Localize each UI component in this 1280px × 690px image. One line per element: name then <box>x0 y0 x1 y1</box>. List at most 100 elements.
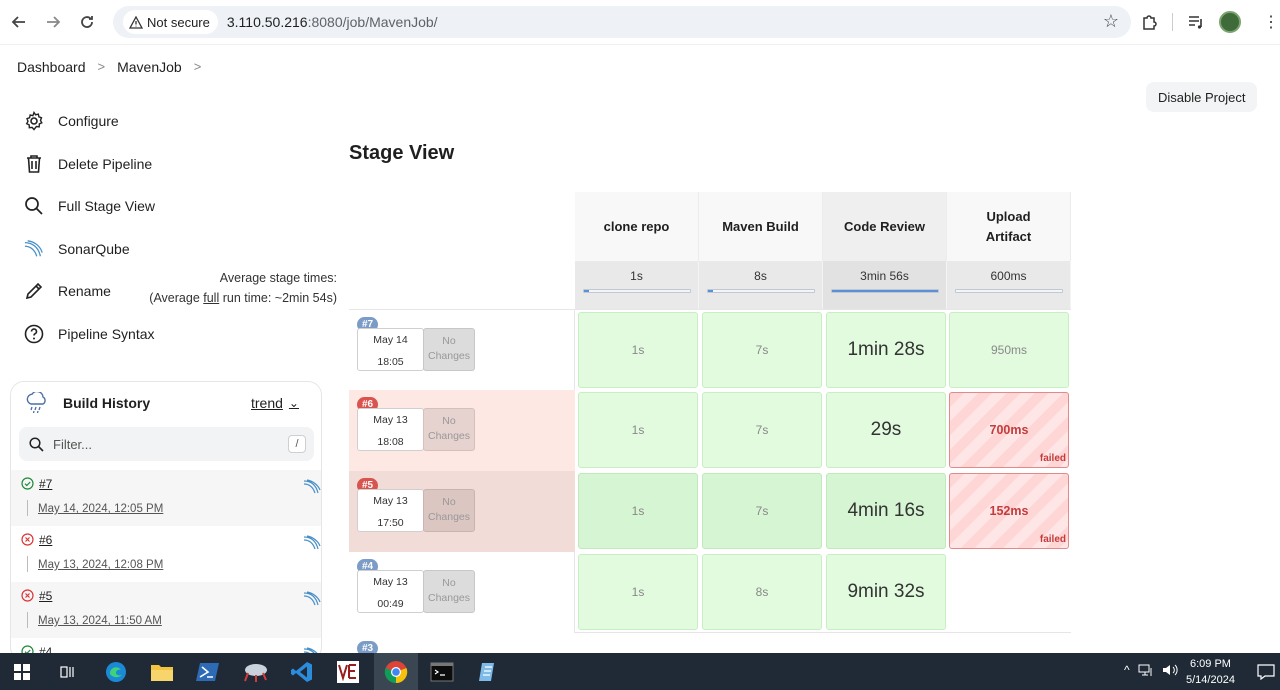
timeline-line <box>27 500 28 516</box>
chevron-right-icon[interactable]: > <box>194 59 202 74</box>
run-date-box: May 13 17:50 <box>357 489 424 532</box>
stage-cell[interactable]: 4min 16s <box>826 473 946 549</box>
chrome-browser-icon[interactable] <box>382 658 410 686</box>
run-info[interactable]: #4 May 13 00:49 No Changes <box>349 552 575 633</box>
run-info[interactable]: #5 May 13 17:50 No Changes <box>349 471 575 552</box>
sidebar-item-full-stage-view[interactable]: Full Stage View <box>24 185 314 228</box>
notification-icon[interactable] <box>1252 658 1280 686</box>
disable-project-button[interactable]: Disable Project <box>1146 82 1258 112</box>
stage-cell[interactable]: 29s <box>826 392 946 468</box>
run-changes-box[interactable]: No Changes <box>423 489 475 532</box>
terminal-icon[interactable] <box>428 658 456 686</box>
stage-cell[interactable]: 950ms <box>949 312 1069 388</box>
run-changes-box[interactable]: No Changes <box>423 570 475 613</box>
run-changes-box[interactable]: No Changes <box>423 328 475 371</box>
stage-cell[interactable]: 7s <box>702 312 822 388</box>
back-button[interactable] <box>2 5 36 39</box>
stage-cell[interactable]: 1s <box>578 312 698 388</box>
build-history-header: Build History trend ⌄ <box>11 382 321 424</box>
trend-link[interactable]: trend ⌄ <box>251 395 299 411</box>
weather-rain-icon <box>26 392 46 414</box>
vscode-icon[interactable] <box>288 658 316 686</box>
run-changes-box[interactable]: No Changes <box>423 408 475 451</box>
stage-cell[interactable]: 7s <box>702 473 822 549</box>
stage-view-title: Stage View <box>349 142 455 164</box>
run-date-box: May 14 18:05 <box>357 328 424 371</box>
stage-cell[interactable]: 1s <box>578 392 698 468</box>
stage-cell[interactable]: 1s <box>578 473 698 549</box>
sidebar-item-configure[interactable]: Configure <box>24 100 314 143</box>
breadcrumb-mavenjob[interactable]: MavenJob <box>117 59 182 75</box>
forward-button[interactable] <box>36 5 70 39</box>
stage-cell[interactable]: 7s <box>702 392 822 468</box>
sonarqube-icon[interactable] <box>303 535 321 551</box>
build-filter-input[interactable]: Filter... / <box>19 427 314 461</box>
url-path: :8080/job/MavenJob/ <box>307 14 438 30</box>
build-number-link[interactable]: #5 <box>39 589 52 603</box>
full-run-link[interactable]: full <box>203 291 219 305</box>
address-bar[interactable]: Not secure 3.110.50.216:8080/job/MavenJo… <box>113 6 1131 38</box>
system-clock[interactable]: 6:09 PM 5/14/2024 <box>1186 656 1235 688</box>
build-history-row[interactable]: #5 May 13, 2024, 11:50 AM <box>11 582 321 638</box>
security-chip[interactable]: Not secure <box>123 10 218 34</box>
stage-header-upload-artifact: Upload Artifact <box>947 192 1071 261</box>
chevron-right-icon: > <box>97 59 106 74</box>
stage-avg-bar <box>582 289 691 293</box>
browser-actions: ⋮ <box>1140 6 1279 38</box>
avg-stage-times-text: Average stage times: <box>219 271 337 285</box>
build-history-row[interactable]: #7 May 14, 2024, 12:05 PM <box>11 470 321 526</box>
stage-cell-failed[interactable]: 152ms failed <box>949 473 1069 549</box>
trash-icon <box>24 154 44 174</box>
task-view-icon[interactable] <box>54 658 82 686</box>
success-check-icon <box>21 477 34 490</box>
build-date-link[interactable]: May 14, 2024, 12:05 PM <box>38 503 163 515</box>
powershell-icon[interactable] <box>194 658 222 686</box>
profile-avatar[interactable] <box>1219 11 1241 33</box>
stage-cell[interactable]: 1s <box>578 554 698 630</box>
chevron-up-icon[interactable]: ^ <box>1124 663 1130 677</box>
breadcrumb: Dashboard > MavenJob > <box>0 44 1280 88</box>
breadcrumb-dashboard[interactable]: Dashboard <box>17 59 86 75</box>
volume-icon[interactable] <box>1162 663 1178 677</box>
ve-app-icon[interactable] <box>334 658 362 686</box>
edge-browser-icon[interactable] <box>102 658 130 686</box>
notepad-icon[interactable] <box>474 658 502 686</box>
sidebar-item-pipeline-syntax[interactable]: Pipeline Syntax <box>24 313 314 356</box>
build-date-link[interactable]: May 13, 2024, 11:50 AM <box>38 615 162 627</box>
build-date-link[interactable]: May 13, 2024, 12:08 PM <box>38 559 163 571</box>
file-explorer-icon[interactable] <box>148 658 176 686</box>
run-row: #6 May 13 18:08 No Changes 1s 7s 29s 700m… <box>349 390 1071 471</box>
failed-tag: failed <box>1039 534 1066 545</box>
stage-header-code-review: Code Review <box>823 192 947 261</box>
more-menu-icon[interactable]: ⋮ <box>1263 12 1279 32</box>
run-info[interactable]: #6 May 13 18:08 No Changes <box>349 390 575 471</box>
reload-icon <box>81 16 93 28</box>
media-queue-icon[interactable] <box>1187 13 1205 31</box>
build-history-panel: Build History trend ⌄ Filter... / #7 May … <box>10 381 322 661</box>
stage-avg-cell: 8s <box>699 261 823 309</box>
build-number-link[interactable]: #7 <box>39 477 52 491</box>
extensions-icon[interactable] <box>1140 13 1158 31</box>
build-number-link[interactable]: #6 <box>39 533 52 547</box>
stage-cell-time: 152ms <box>989 504 1029 518</box>
run-badge[interactable]: #3 <box>357 641 379 653</box>
arrow-right-icon <box>47 16 61 28</box>
sidebar-item-sonarqube[interactable]: SonarQube <box>24 228 314 271</box>
stage-cell-failed[interactable]: 700ms failed <box>949 392 1069 468</box>
network-icon[interactable] <box>1138 663 1154 677</box>
timeline-line <box>27 556 28 572</box>
arrow-left-icon <box>11 16 25 28</box>
bookmark-star-icon[interactable]: ☆ <box>1103 11 1119 32</box>
stage-cell[interactable]: 9min 32s <box>826 554 946 630</box>
run-info[interactable]: #7 May 14 18:05 No Changes <box>349 310 575 391</box>
build-history-row[interactable]: #6 May 13, 2024, 12:08 PM <box>11 526 321 582</box>
windows-start-icon[interactable] <box>8 658 36 686</box>
reload-button[interactable] <box>70 5 104 39</box>
stage-cell[interactable]: 8s <box>702 554 822 630</box>
sidebar-item-delete-pipeline[interactable]: Delete Pipeline <box>24 143 314 186</box>
stage-cell[interactable]: 1min 28s <box>826 312 946 388</box>
url-host: 3.110.50.216 <box>226 14 308 30</box>
sonarqube-icon[interactable] <box>303 591 321 607</box>
network-tool-icon[interactable] <box>242 658 270 686</box>
sonarqube-icon[interactable] <box>303 479 321 495</box>
